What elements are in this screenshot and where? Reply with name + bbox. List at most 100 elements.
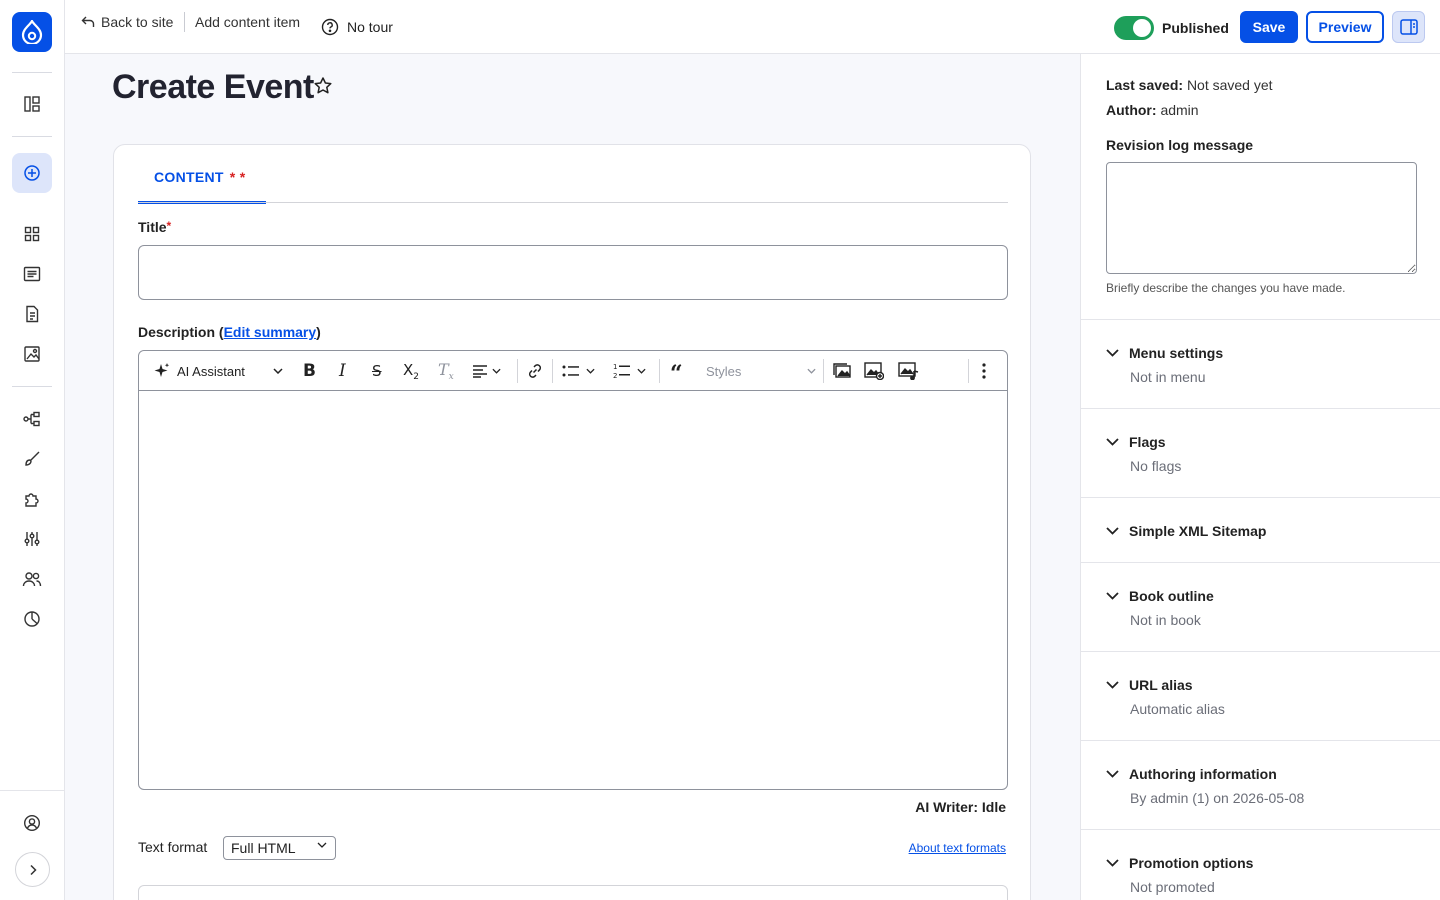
editor-toolbar: AI Assistant B I S X2 Tx 12 “ Styles (139, 351, 1007, 391)
link-icon[interactable] (526, 359, 544, 383)
configuration-icon[interactable] (12, 519, 52, 559)
section-header: Book outline (1106, 588, 1214, 604)
published-label: Published (1162, 20, 1229, 36)
subscript-icon[interactable]: X2 (403, 359, 419, 383)
topbar-divider (184, 12, 185, 32)
styles-dropdown[interactable]: Styles (706, 359, 816, 383)
insert-media-icon[interactable] (833, 359, 851, 383)
last-saved-label: Last saved: (1106, 77, 1184, 93)
insert-image-icon[interactable] (864, 359, 884, 383)
bulleted-list-dropdown[interactable] (562, 359, 595, 383)
about-text-formats-link[interactable]: About text formats (909, 841, 1006, 855)
chevron-down-icon (1106, 681, 1119, 689)
section-header: URL alias (1106, 677, 1193, 693)
save-button[interactable]: Save (1240, 11, 1298, 43)
section-title: Menu settings (1129, 345, 1224, 361)
toolbar-separator (552, 359, 553, 383)
content-list-icon[interactable] (12, 254, 52, 294)
rail-divider (0, 790, 64, 791)
section-menu-settings[interactable]: Menu settings Not in menu (1081, 319, 1440, 408)
description-label-suffix: ) (316, 324, 321, 340)
sidebar-toggle-button[interactable] (1392, 11, 1425, 43)
expand-icon[interactable] (15, 852, 50, 887)
section-simple-xml-sitemap[interactable]: Simple XML Sitemap (1081, 497, 1440, 562)
star-icon[interactable] (313, 76, 333, 101)
numbered-list-dropdown[interactable]: 12 (613, 359, 646, 383)
edit-summary-link[interactable]: Edit summary (224, 324, 317, 340)
author-label: Author: (1106, 102, 1157, 118)
reports-icon[interactable] (12, 599, 52, 639)
section-promotion-options[interactable]: Promotion options Not promoted (1081, 829, 1440, 900)
tab-content-label: CONTENT (154, 169, 224, 185)
published-toggle[interactable] (1114, 16, 1154, 40)
revision-log-help: Briefly describe the changes you have ma… (1106, 281, 1346, 295)
description-label-prefix: Description ( (138, 324, 224, 340)
section-authoring-information[interactable]: Authoring information By admin (1) on 20… (1081, 740, 1440, 829)
add-content-item-link[interactable]: Add content item (195, 14, 300, 30)
section-title: Simple XML Sitemap (1129, 523, 1267, 539)
extend-icon[interactable] (12, 479, 52, 519)
ai-assistant-dropdown[interactable]: AI Assistant (153, 359, 283, 383)
chevron-down-icon (807, 368, 816, 374)
back-arrow-icon (81, 16, 95, 27)
page-title: Create Event (112, 68, 314, 106)
people-icon[interactable] (12, 559, 52, 599)
sparkle-icon (154, 363, 170, 377)
chevron-down-icon (1106, 770, 1119, 778)
author-value: admin (1160, 102, 1199, 118)
files-icon[interactable] (12, 294, 52, 334)
last-saved-value: Not saved yet (1186, 77, 1273, 93)
revision-log-label: Revision log message (1106, 137, 1254, 153)
align-left-icon (473, 365, 487, 378)
strikethrough-icon[interactable]: S (372, 359, 382, 383)
remove-format-icon[interactable]: Tx (438, 359, 454, 383)
editor-content-area[interactable] (139, 392, 1007, 789)
insert-media-embed-icon[interactable] (898, 359, 920, 383)
drupal-logo-icon[interactable] (12, 12, 52, 52)
help-icon (321, 18, 339, 36)
chevron-down-icon (1106, 438, 1119, 446)
author-info: Author: admin (1106, 102, 1199, 118)
chevron-down-icon (1106, 592, 1119, 600)
tour-button[interactable]: No tour (321, 18, 393, 36)
rail-divider (12, 72, 52, 73)
section-flags[interactable]: Flags No flags (1081, 408, 1440, 497)
appearance-icon[interactable] (12, 439, 52, 479)
title-label-text: Title (138, 219, 167, 235)
title-input[interactable] (138, 245, 1008, 300)
dashboard-icon[interactable] (12, 214, 52, 254)
section-url-alias[interactable]: URL alias Automatic alias (1081, 651, 1440, 740)
section-summary: Not in book (1130, 612, 1201, 628)
chevron-down-icon (492, 368, 501, 374)
sidebar-panel-icon (1399, 19, 1418, 35)
alignment-dropdown[interactable] (472, 359, 501, 383)
media-icon[interactable] (12, 334, 52, 374)
text-format-select[interactable]: Full HTML (223, 836, 336, 860)
styles-label: Styles (706, 363, 742, 379)
italic-icon[interactable]: I (339, 359, 346, 383)
toolbar-separator (659, 359, 660, 383)
section-book-outline[interactable]: Book outline Not in book (1081, 562, 1440, 651)
chevron-down-icon (1106, 349, 1119, 357)
structure-icon[interactable] (12, 399, 52, 439)
tab-content[interactable]: CONTENT * * (138, 167, 266, 204)
content-overview-icon[interactable] (12, 84, 52, 124)
create-icon[interactable] (12, 153, 52, 193)
next-field-box (138, 885, 1008, 900)
more-options-icon[interactable] (982, 359, 986, 383)
chevron-down-icon (1106, 527, 1119, 535)
blockquote-icon[interactable]: “ (670, 359, 683, 386)
section-header: Simple XML Sitemap (1106, 523, 1266, 539)
text-format-value: Full HTML (231, 840, 296, 856)
back-to-site-link[interactable]: Back to site (81, 14, 173, 30)
bold-icon[interactable]: B (303, 359, 316, 383)
revision-log-textarea[interactable] (1106, 162, 1417, 274)
section-title: Book outline (1129, 588, 1214, 604)
chevron-down-icon (1106, 859, 1119, 867)
required-marker: * * (229, 169, 246, 185)
svg-text:1: 1 (613, 363, 617, 371)
preview-button[interactable]: Preview (1306, 11, 1384, 43)
chevron-down-icon (273, 368, 283, 374)
chevron-down-icon (317, 842, 327, 848)
user-icon[interactable] (12, 803, 52, 843)
